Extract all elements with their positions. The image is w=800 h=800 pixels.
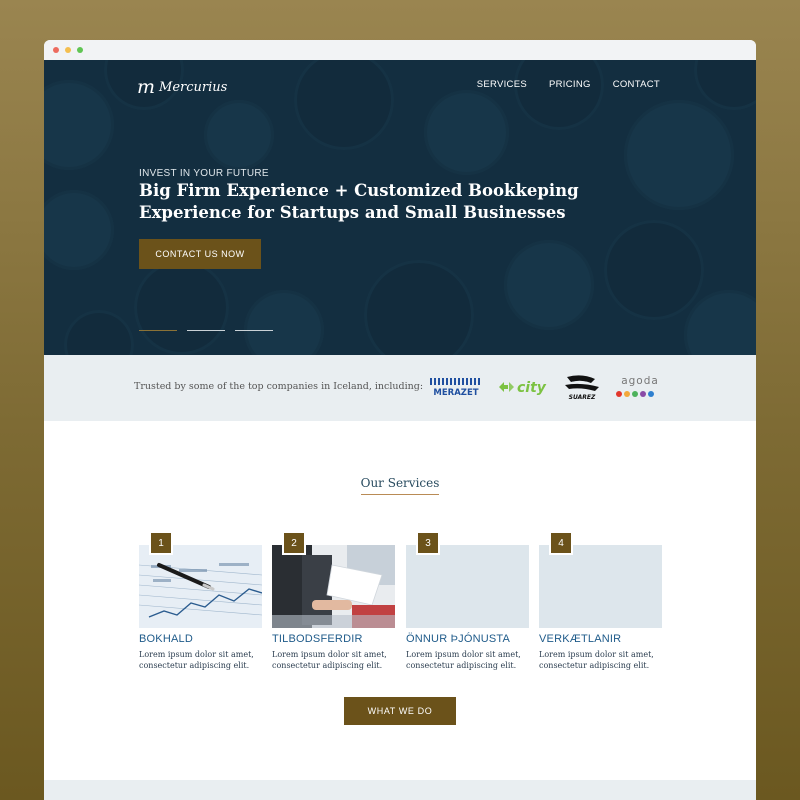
footer-band <box>44 780 756 800</box>
service-description: Lorem ipsum dolor sit amet, consectetur … <box>272 650 387 670</box>
hero-headline: Big Firm Experience + Customized Bookkep… <box>139 181 579 222</box>
agoda-logo: agoda <box>614 374 666 405</box>
nav-item-services[interactable]: SERVICES <box>477 79 527 90</box>
nav-item-pricing[interactable]: PRICING <box>549 79 591 90</box>
services-title: Our Services <box>360 476 440 495</box>
slide-indicator-3[interactable] <box>235 330 273 331</box>
main-nav: SERVICES PRICING CONTACT <box>477 79 660 90</box>
service-number-badge: 4 <box>549 531 573 555</box>
contact-us-button[interactable]: CONTACT US NOW <box>139 239 261 269</box>
service-image-placeholder <box>539 545 662 628</box>
service-image-meeting <box>272 545 395 628</box>
svg-text:city: city <box>517 380 547 396</box>
what-we-do-button[interactable]: WHAT WE DO <box>344 697 456 725</box>
hero-section: m Mercurius SERVICES PRICING CONTACT INV… <box>44 60 756 355</box>
merazet-logo: MERAZET <box>429 376 483 403</box>
service-image-financial <box>139 545 262 628</box>
service-title[interactable]: ÖNNUR ÞJÓNUSTA <box>406 633 510 645</box>
services-heading: Our Services <box>44 474 756 495</box>
svg-text:MERAZET: MERAZET <box>433 388 478 398</box>
service-title[interactable]: TILBODSFERDIR <box>272 633 363 645</box>
nav-item-contact[interactable]: CONTACT <box>613 79 660 90</box>
service-description: Lorem ipsum dolor sit amet, consectetur … <box>539 650 654 670</box>
service-number-badge: 3 <box>416 531 440 555</box>
slide-indicator-2[interactable] <box>187 330 225 331</box>
site-logo[interactable]: m Mercurius <box>137 76 227 98</box>
service-number-badge: 1 <box>149 531 173 555</box>
trusted-text: Trusted by some of the top companies in … <box>134 381 424 392</box>
svg-text:SUAREZ: SUAREZ <box>569 394 596 401</box>
service-title[interactable]: BOKHALD <box>139 633 193 645</box>
service-title[interactable]: VERKÆTLANIR <box>539 633 621 645</box>
city-logo: city <box>495 376 551 403</box>
service-image-placeholder <box>406 545 529 628</box>
svg-text:agoda: agoda <box>621 375 659 387</box>
service-description: Lorem ipsum dolor sit amet, consectetur … <box>406 650 521 670</box>
logo-mark-icon: m <box>137 76 155 98</box>
slide-indicator-1[interactable] <box>139 330 177 331</box>
service-description: Lorem ipsum dolor sit amet, consectetur … <box>139 650 254 670</box>
browser-window: m Mercurius SERVICES PRICING CONTACT INV… <box>44 40 756 800</box>
close-window-button[interactable] <box>53 47 59 53</box>
hero-eyebrow: INVEST IN YOUR FUTURE <box>139 168 269 179</box>
logo-text: Mercurius <box>159 79 228 95</box>
maximize-window-button[interactable] <box>77 47 83 53</box>
service-number-badge: 2 <box>282 531 306 555</box>
minimize-window-button[interactable] <box>65 47 71 53</box>
trusted-band: Trusted by some of the top companies in … <box>44 355 756 421</box>
window-titlebar <box>44 40 756 60</box>
suarez-logo: SUAREZ <box>561 373 603 406</box>
